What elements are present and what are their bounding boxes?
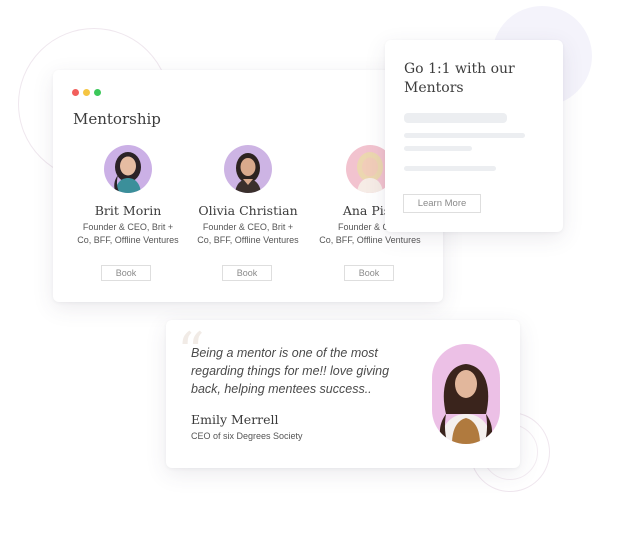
window-controls [72,89,101,96]
book-button-brit-morin[interactable]: Book [101,265,151,281]
skeleton-line [404,166,496,171]
mentor-card-olivia-christian: Olivia Christian Founder & CEO, Brit + C… [183,145,313,247]
go-card-title: Go 1:1 with our Mentors [404,61,515,96]
author-portrait [432,344,500,444]
window-maximize-dot[interactable] [94,89,101,96]
mentor-role: Founder & CEO, Brit + Co, BFF, Offline V… [77,222,179,245]
window-close-dot[interactable] [72,89,79,96]
go-one-on-one-card: Go 1:1 with our Mentors Learn More [385,40,563,232]
mentor-card-brit-morin: Brit Morin Founder & CEO, Brit + Co, BFF… [63,145,193,247]
testimonial-card: “ Being a mentor is one of the most rega… [166,320,520,468]
avatar [224,145,272,193]
skeleton-line [404,113,507,123]
testimonial-quote: Being a mentor is one of the most regard… [191,346,390,396]
card-title: Mentorship [73,110,161,128]
testimonial-author: Emily Merrell [191,412,279,427]
mentor-name: Brit Morin [94,203,162,218]
testimonial-author-role: CEO of six Degrees Society [191,431,303,441]
avatar [104,145,152,193]
book-button-olivia-christian[interactable]: Book [222,265,272,281]
mentor-role: Founder & CEO, Brit + Co, BFF, Offline V… [197,222,299,245]
book-button-ana-pisc[interactable]: Book [344,265,394,281]
learn-more-button[interactable]: Learn More [403,194,481,213]
window-minimize-dot[interactable] [83,89,90,96]
skeleton-line [404,133,525,138]
mentor-name: Olivia Christian [198,203,298,218]
skeleton-line [404,146,472,151]
